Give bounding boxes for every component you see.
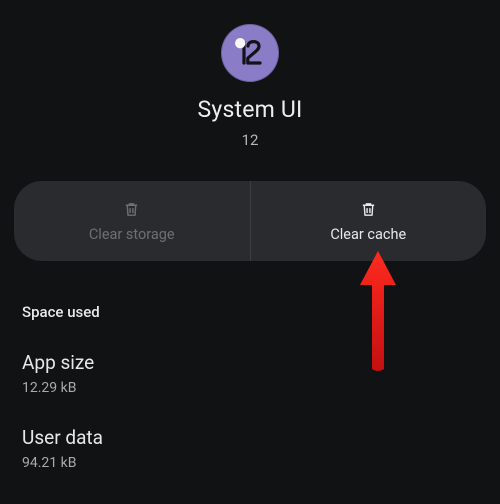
app-header: System UI 12	[0, 0, 500, 149]
app-icon-android-12	[221, 24, 279, 82]
row-user-data[interactable]: User data 94.21 kB	[22, 426, 478, 471]
row-app-size[interactable]: App size 12.29 kB	[22, 351, 478, 396]
clear-cache-label: Clear cache	[330, 226, 406, 243]
app-size-label: App size	[22, 351, 478, 374]
clear-storage-label: Clear storage	[89, 226, 175, 243]
user-data-value: 94.21 kB	[22, 455, 478, 471]
user-data-label: User data	[22, 426, 478, 449]
trash-icon	[360, 200, 377, 219]
app-size-value: 12.29 kB	[22, 380, 478, 396]
trash-icon	[123, 200, 140, 219]
section-header-space-used: Space used	[22, 303, 478, 321]
clear-cache-button[interactable]: Clear cache	[251, 181, 487, 261]
clear-storage-button: Clear storage	[14, 181, 250, 261]
app-version: 12	[0, 131, 500, 149]
action-bar: Clear storage Clear cache	[14, 181, 486, 261]
app-title: System UI	[0, 96, 500, 123]
